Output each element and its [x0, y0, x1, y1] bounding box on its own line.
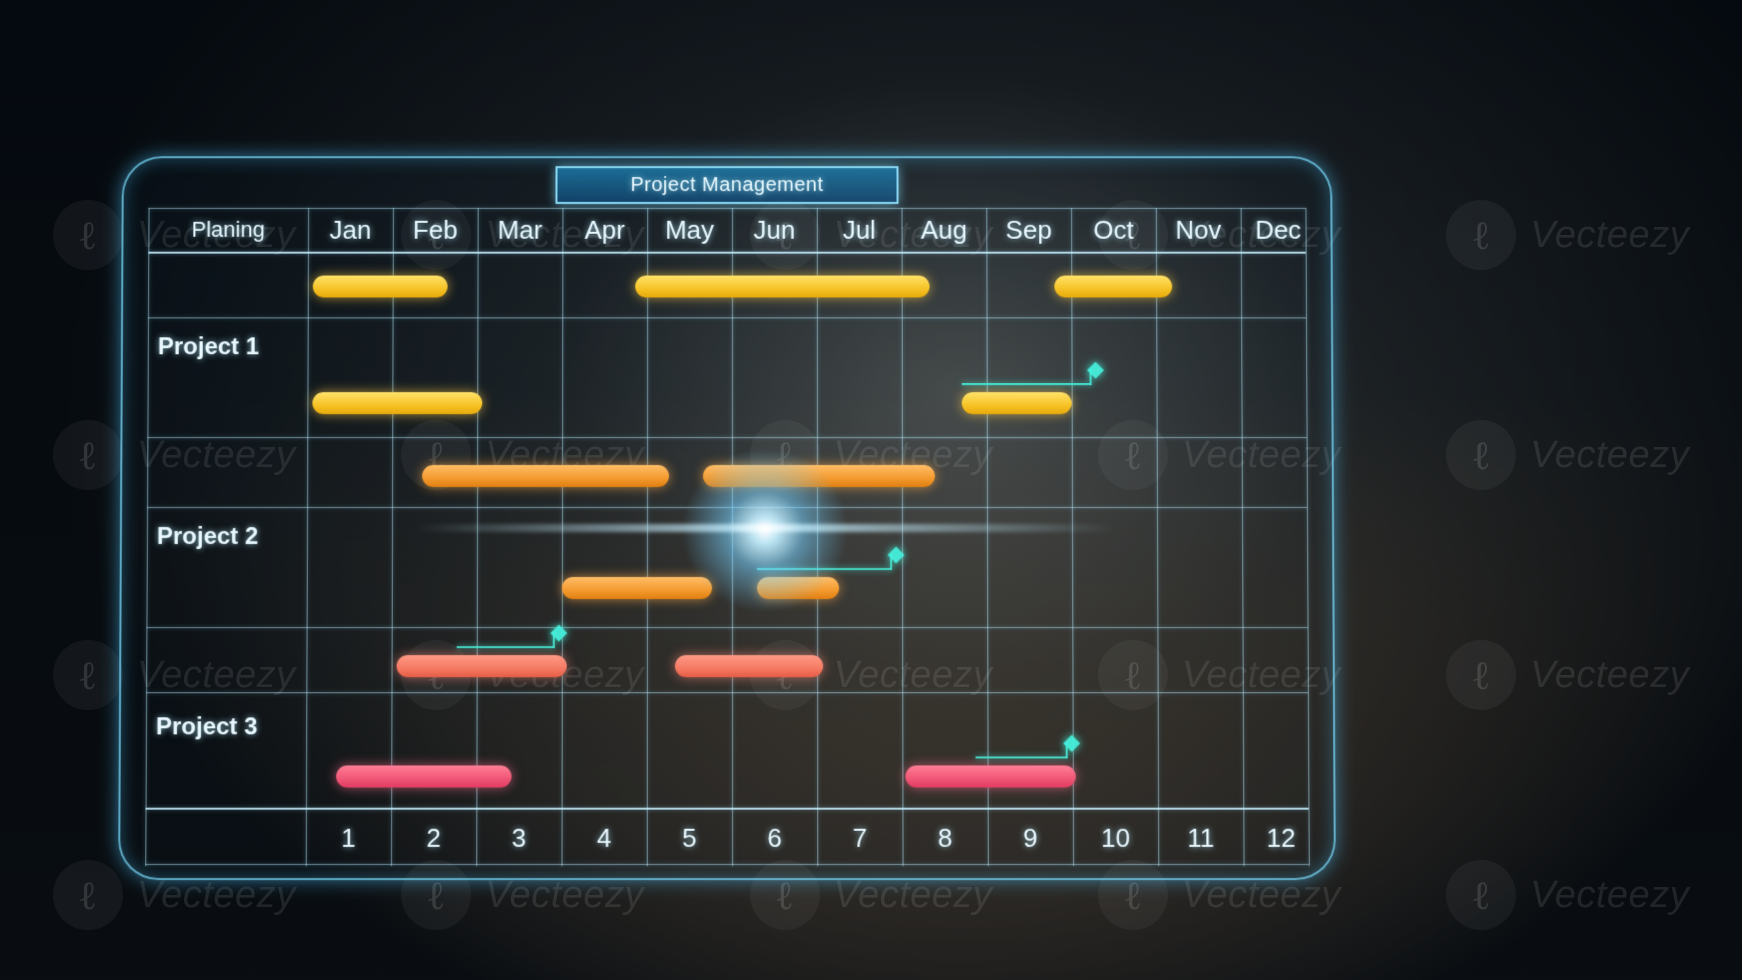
footer-number: 12 — [1243, 810, 1318, 866]
gantt-bar — [635, 276, 929, 298]
month-header: Jul — [817, 208, 902, 252]
gantt-bar — [336, 765, 511, 787]
footer-number: 11 — [1158, 810, 1243, 866]
footer-number: 9 — [988, 810, 1073, 866]
month-header: May — [647, 208, 732, 252]
gantt-bar — [422, 465, 669, 487]
gantt-bar — [675, 655, 823, 677]
watermark-text: Vecteezy — [1530, 434, 1689, 477]
month-header: Mar — [478, 208, 563, 252]
milestone-marker — [757, 560, 902, 578]
gantt-grid: Planing Jan Feb Mar Apr May Jun Jul Aug … — [145, 208, 1309, 866]
month-header: Feb — [393, 208, 478, 252]
watermark-text: Vecteezy — [1530, 654, 1689, 697]
month-header: Oct — [1071, 208, 1156, 252]
row-label: Project 1 — [148, 327, 318, 367]
footer-number: 1 — [306, 810, 391, 866]
gantt-hologram-panel: Project Management Planing Jan Feb Mar A… — [118, 156, 1336, 880]
milestone-marker — [976, 748, 1078, 766]
gantt-bar — [397, 655, 567, 677]
footer-number: 5 — [647, 810, 732, 866]
gantt-bar — [1054, 276, 1172, 298]
gantt-bar — [962, 392, 1072, 414]
row-label: Project 2 — [147, 517, 317, 557]
chart-title: Project Management — [555, 166, 898, 204]
month-header: Dec — [1241, 208, 1316, 252]
gantt-bar — [905, 765, 1075, 787]
footer-number: 7 — [817, 810, 902, 866]
footer-number: 2 — [391, 810, 476, 866]
month-header: Sep — [986, 208, 1071, 252]
month-header: Aug — [902, 208, 987, 252]
month-header: Apr — [562, 208, 647, 252]
footer-number: 3 — [476, 810, 561, 866]
footer-number: 4 — [561, 810, 646, 866]
month-header: Nov — [1156, 208, 1241, 252]
gantt-bar — [757, 577, 839, 599]
month-header: Jan — [308, 208, 393, 252]
gantt-bar — [312, 392, 482, 414]
month-header: Jun — [732, 208, 817, 252]
gantt-bar — [703, 465, 935, 487]
label-column-header: Planing — [148, 208, 308, 252]
milestone-marker — [457, 638, 565, 656]
footer-number: 6 — [732, 810, 817, 866]
watermark-text: Vecteezy — [1530, 214, 1689, 257]
milestone-marker — [962, 375, 1102, 393]
row-label: Project 3 — [146, 707, 316, 747]
gantt-bar — [562, 577, 712, 599]
watermark-text: Vecteezy — [1530, 874, 1689, 917]
footer-number: 8 — [902, 810, 987, 866]
gantt-bar — [313, 276, 448, 298]
chart-title-text: Project Management — [630, 174, 823, 197]
footer-number: 10 — [1073, 810, 1158, 866]
